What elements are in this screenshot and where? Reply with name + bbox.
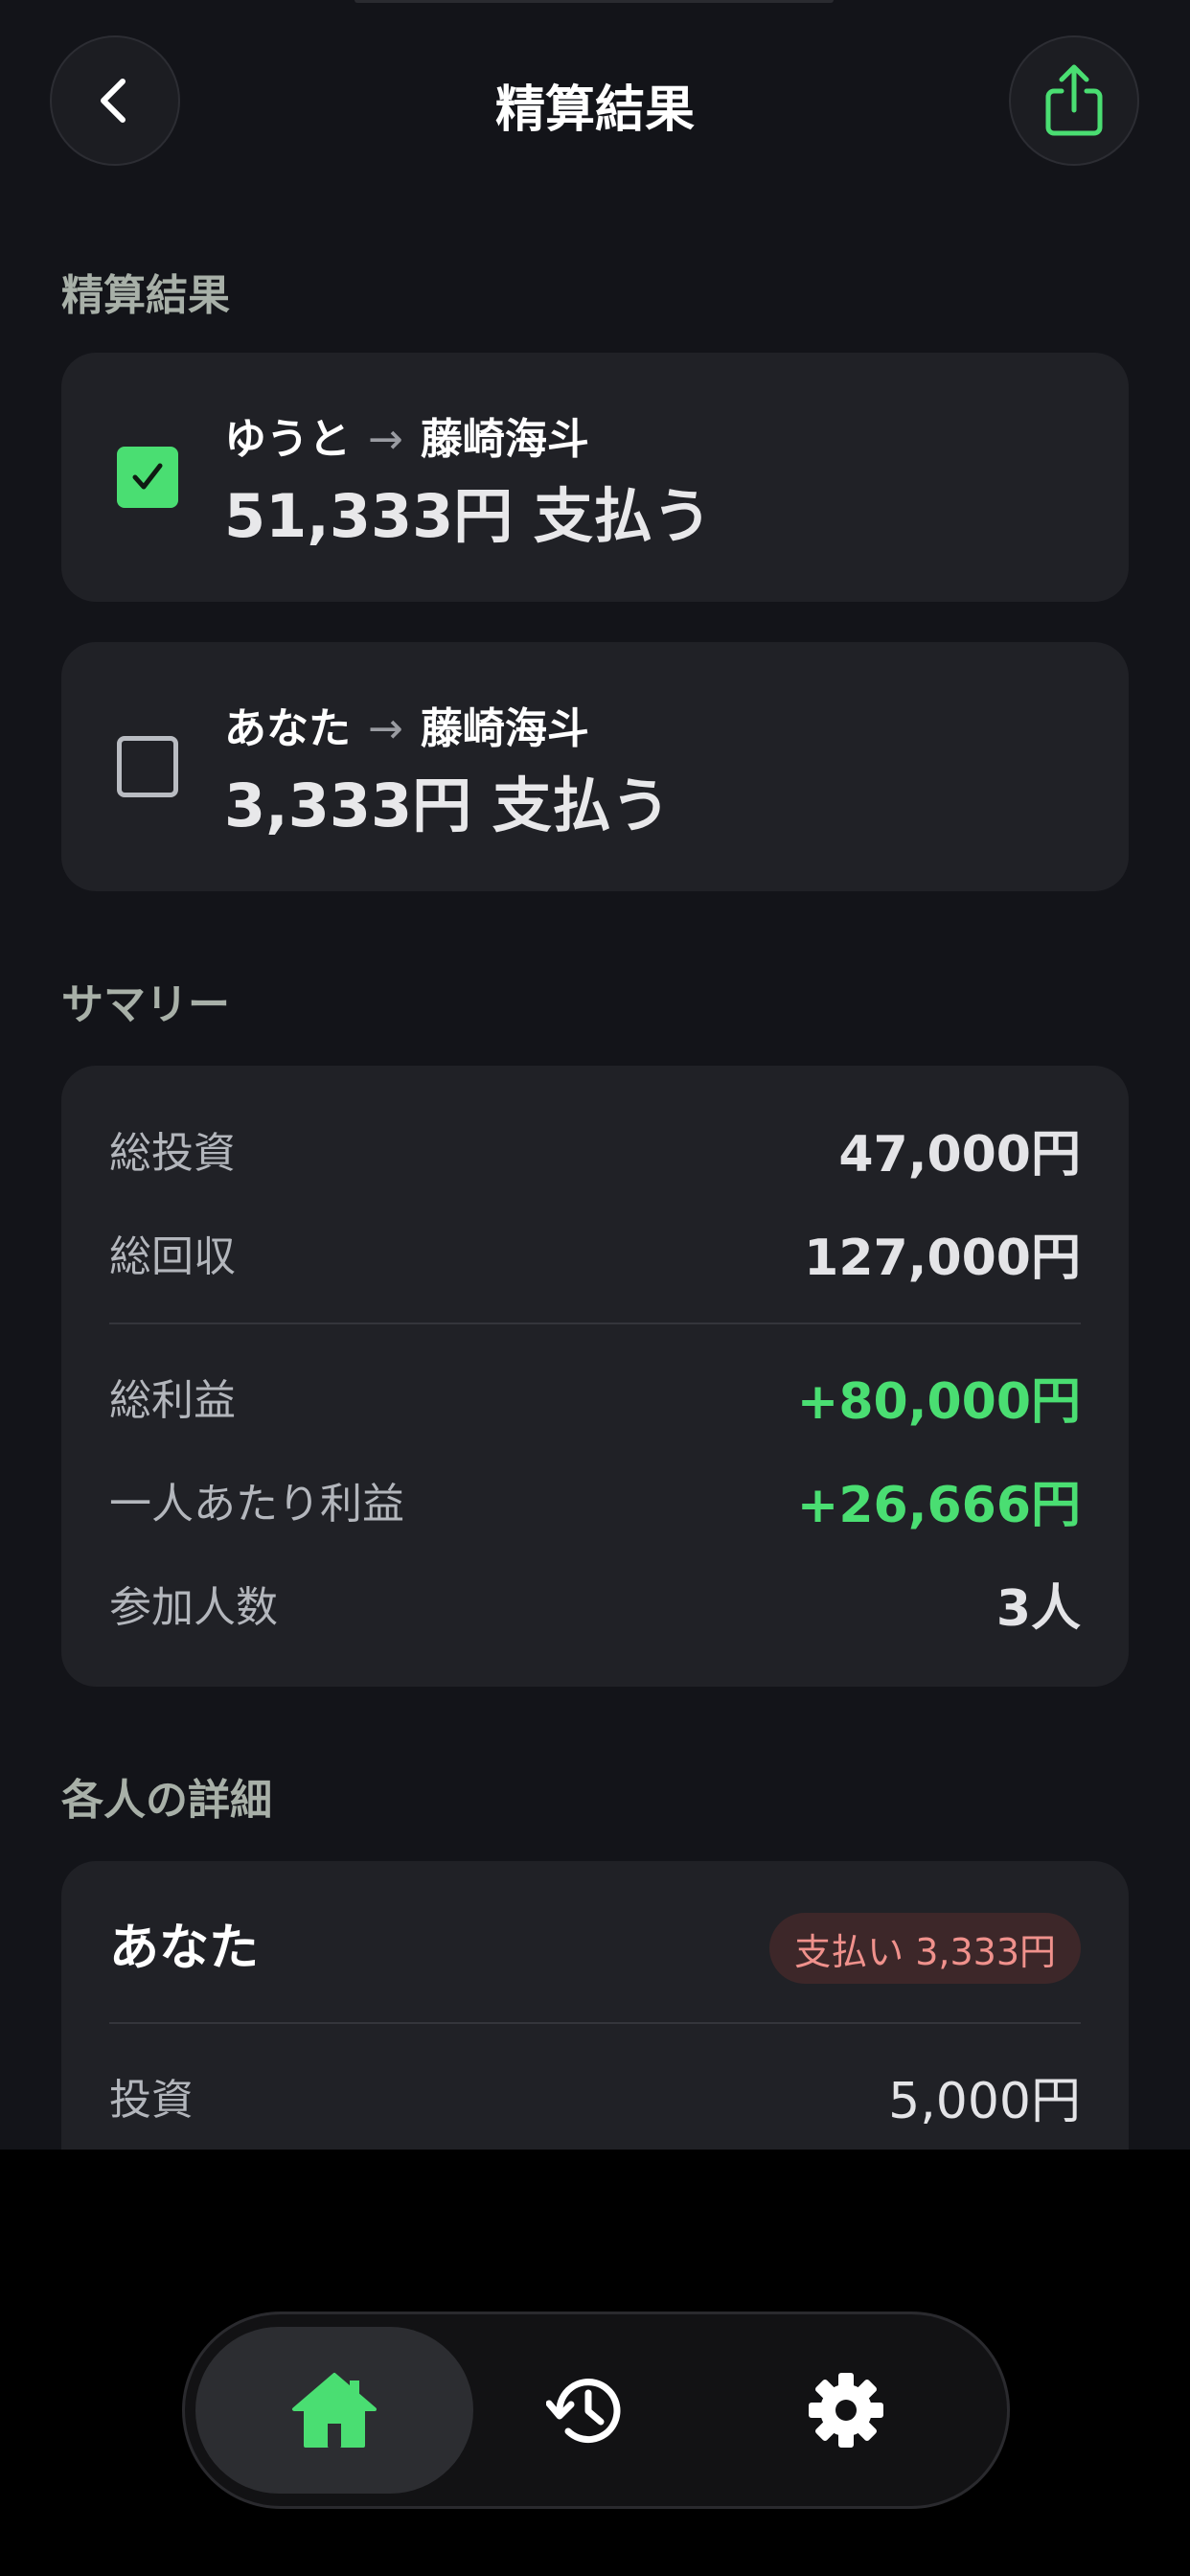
status-badge: 支払い 3,333円: [769, 1913, 1081, 1984]
payment-checkbox[interactable]: [117, 736, 178, 797]
payment-amount: 3,333円 支払う: [224, 770, 671, 840]
summary-value: +26,666円: [796, 1476, 1081, 1534]
tab-history[interactable]: [520, 2327, 654, 2494]
summary-label: 参加人数: [109, 1583, 278, 1632]
share-icon: [1045, 64, 1103, 136]
check-icon: [132, 463, 163, 490]
payment-route: ゆうと → 藤崎海斗: [224, 404, 589, 466]
summary-row-profit-per-person: 一人あたり利益 +26,666円: [109, 1466, 1081, 1534]
payment-amount: 51,333円 支払う: [224, 481, 712, 551]
payment-card[interactable]: ゆうと → 藤崎海斗 51,333円 支払う: [61, 353, 1129, 602]
summary-row-participants: 参加人数 3人: [109, 1570, 1081, 1638]
payment-checkbox[interactable]: [117, 447, 178, 508]
summary-section-title: サマリー: [61, 980, 230, 1029]
payment-card[interactable]: あなた → 藤崎海斗 3,333円 支払う: [61, 642, 1129, 891]
gear-icon: [809, 2373, 883, 2448]
status-notch: [355, 0, 834, 3]
payer-name: あなた: [224, 704, 351, 753]
arrow-right-icon: →: [368, 704, 403, 753]
summary-label: 総投資: [109, 1129, 236, 1178]
bottom-tab-bar: [182, 2312, 1010, 2509]
summary-value: 3人: [995, 1579, 1081, 1638]
summary-row-total-profit: 総利益 +80,000円: [109, 1363, 1081, 1431]
summary-divider: [109, 1322, 1081, 1324]
summary-value: +80,000円: [796, 1372, 1081, 1431]
details-section-title: 各人の詳細: [61, 1776, 272, 1825]
settlement-section-title: 精算結果: [61, 271, 230, 320]
tab-settings[interactable]: [779, 2327, 913, 2494]
payee-name: 藤崎海斗: [420, 704, 589, 753]
share-button[interactable]: [1009, 35, 1139, 166]
tab-home[interactable]: [195, 2327, 473, 2494]
payee-name: 藤崎海斗: [420, 415, 589, 464]
person-detail-card: あなた 支払い 3,333円 投資 5,000円: [61, 1861, 1129, 2150]
person-detail-value: 5,000円: [888, 2072, 1081, 2130]
settlement-screen: 精算結果 精算結果 ゆうと → 藤崎海斗 51,333円 支払う あなた → 藤崎海斗 …: [0, 0, 1190, 2150]
summary-label: 一人あたり利益: [109, 1480, 404, 1529]
summary-label: 総利益: [109, 1376, 236, 1425]
summary-label: 総回収: [109, 1232, 236, 1281]
home-icon: [292, 2373, 377, 2448]
summary-value: 47,000円: [838, 1125, 1081, 1184]
person-name: あなた: [109, 1920, 260, 1977]
history-icon: [546, 2379, 621, 2444]
summary-value: 127,000円: [804, 1229, 1081, 1287]
payment-route: あなた → 藤崎海斗: [224, 694, 589, 755]
arrow-right-icon: →: [368, 415, 403, 464]
person-divider: [109, 2022, 1081, 2024]
summary-row-total-return: 総回収 127,000円: [109, 1219, 1081, 1287]
summary-card: 総投資 47,000円 総回収 127,000円 総利益 +80,000円 一人…: [61, 1066, 1129, 1687]
summary-row-total-investment: 総投資 47,000円: [109, 1116, 1081, 1184]
person-detail-label: 投資: [109, 2076, 194, 2125]
person-row-investment: 投資 5,000円: [109, 2062, 1081, 2130]
payer-name: ゆうと: [224, 415, 351, 464]
